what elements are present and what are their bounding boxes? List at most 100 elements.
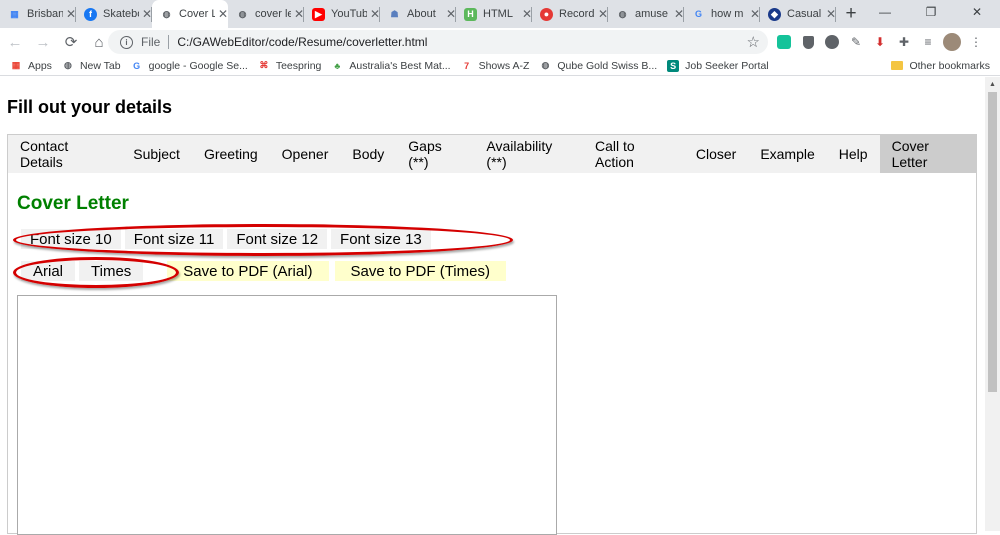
download-extension-icon[interactable]: ⬇ bbox=[868, 30, 892, 54]
bookmark-label: Australia's Best Mat... bbox=[349, 59, 451, 72]
shield-extension-icon[interactable] bbox=[796, 30, 820, 54]
bookmark-item[interactable]: ♣ Australia's Best Mat... bbox=[331, 60, 450, 72]
google-icon: G bbox=[133, 60, 141, 71]
arial-font-button[interactable]: Arial bbox=[21, 261, 76, 281]
section-title: Cover Letter bbox=[17, 193, 129, 214]
plant-icon: ♣ bbox=[334, 60, 341, 71]
menu-kebab-icon[interactable]: ⋮ bbox=[964, 30, 988, 54]
other-bookmarks[interactable]: Other bookmarks bbox=[891, 60, 990, 72]
minimize-button[interactable]: — bbox=[862, 0, 908, 24]
scroll-up-icon[interactable]: ▲ bbox=[989, 81, 996, 88]
browser-tab[interactable]: fSkateboard✕ bbox=[76, 0, 152, 28]
reload-button[interactable]: ⟳ bbox=[58, 29, 84, 55]
tab-title: amuse bbox=[635, 8, 669, 20]
tab-title: Casual bbox=[787, 8, 822, 20]
browser-tab[interactable]: ◆ Casual ✕ bbox=[760, 0, 836, 28]
font-size-10-button[interactable]: Font size 10 bbox=[21, 229, 121, 249]
browser-tab[interactable]: ● Record ✕ bbox=[532, 0, 608, 28]
save-pdf-arial-button[interactable]: Save to PDF (Arial) bbox=[167, 261, 329, 281]
tab-availability[interactable]: Availability (**) bbox=[474, 135, 583, 173]
profile-avatar[interactable] bbox=[940, 30, 964, 54]
browser-tab[interactable]: ◍ Cover Letter✕ bbox=[152, 0, 228, 28]
globe-icon: ◍ bbox=[541, 60, 550, 70]
browser-tab[interactable]: Ghow m ✕ bbox=[684, 0, 760, 28]
puzzle-extensions-icon[interactable]: ✚ bbox=[892, 30, 916, 54]
page-content: Fill out your details Contact Details Sub… bbox=[0, 77, 985, 535]
browser-tab[interactable]: ◍ amuse ✕ bbox=[608, 0, 684, 28]
tab-opener[interactable]: Opener bbox=[270, 135, 341, 173]
tab-greeting[interactable]: Greeting bbox=[192, 135, 270, 173]
media-control-icon[interactable]: ≡ bbox=[916, 30, 940, 54]
tab-help[interactable]: Help bbox=[827, 135, 880, 173]
info-icon[interactable]: i bbox=[120, 35, 133, 49]
close-window-button[interactable]: ✕ bbox=[954, 0, 1000, 24]
font-size-11-button[interactable]: Font size 11 bbox=[124, 229, 224, 249]
tab-example[interactable]: Example bbox=[748, 135, 826, 173]
bookmark-list: ▦ Apps ◍ New Tab Ggoogle - Google Se... ⌘ Tees… bbox=[0, 59, 769, 72]
bookmark-label: Qube Gold Swiss B... bbox=[557, 59, 658, 72]
apps-grid-icon: ▦ bbox=[11, 60, 21, 70]
other-bookmarks-label: Other bookmarks bbox=[909, 59, 990, 72]
tab-title: YouTube bbox=[331, 8, 367, 20]
cover-letter-textarea[interactable] bbox=[17, 295, 557, 535]
button-spacer bbox=[147, 261, 167, 281]
google-icon: G bbox=[694, 9, 702, 19]
bookmark-item[interactable]: ⌘ Teespring bbox=[258, 60, 321, 72]
tab-contact-details[interactable]: Contact Details bbox=[8, 135, 121, 173]
font-size-buttons: Font size 10 Font size 11 Font size 12 Font… bbox=[21, 229, 435, 249]
bookmark-item[interactable]: ▦ Apps bbox=[10, 60, 52, 72]
grammarly-extension-icon[interactable] bbox=[772, 30, 796, 54]
tab-gaps[interactable]: Gaps (**) bbox=[396, 135, 474, 173]
tab-list: ▦Brisbane✕fSkateboard✕◍Cover Letter✕◍cov… bbox=[0, 0, 836, 28]
browser-tab[interactable]: ▦Brisbane✕ bbox=[0, 0, 76, 28]
page-scrollbar[interactable]: ▲ bbox=[985, 77, 1000, 531]
bookmark-item[interactable]: S Job Seeker Portal bbox=[667, 59, 769, 72]
bookmarks-bar: ▦ Apps ◍ New Tab Ggoogle - Google Se... ⌘ Tees… bbox=[0, 56, 1000, 76]
font-size-12-button[interactable]: Font size 12 bbox=[227, 229, 328, 249]
casual-icon: ◆ bbox=[768, 7, 781, 21]
scrollbar-thumb[interactable] bbox=[988, 92, 997, 392]
browser-tab[interactable]: ◍cover letter✕ bbox=[228, 0, 304, 28]
back-button[interactable]: ← bbox=[2, 29, 28, 55]
tab-title: Skateboard bbox=[103, 8, 139, 20]
eyedropper-extension-icon[interactable]: ✎ bbox=[844, 30, 868, 54]
browser-tab[interactable]: H HTML ✕ bbox=[456, 0, 532, 28]
tab-closer[interactable]: Closer bbox=[684, 135, 748, 173]
save-pdf-times-button[interactable]: Save to PDF (Times) bbox=[334, 261, 506, 281]
bookmark-label: Shows A-Z bbox=[478, 59, 530, 72]
bookmark-item[interactable]: ◍ New Tab bbox=[62, 60, 121, 72]
tab-cover-letter[interactable]: Cover Letter bbox=[879, 135, 977, 173]
bookmark-item[interactable]: ◍ Qube Gold Swiss B... bbox=[539, 60, 657, 72]
url-text[interactable]: C:/GAWebEditor/code/Resume/coverletter.h… bbox=[177, 35, 427, 49]
forward-button[interactable]: → bbox=[30, 29, 56, 55]
tab-separator bbox=[835, 7, 836, 22]
times-font-button[interactable]: Times bbox=[79, 261, 144, 281]
record-icon: ● bbox=[540, 7, 553, 21]
browser-toolbar: ← → ⟳ ⌂ i File C:/GAWebEditor/code/Resum… bbox=[0, 28, 1000, 56]
bookmark-item[interactable]: 7 Shows A-Z bbox=[461, 59, 530, 72]
pinterest-extension-icon[interactable] bbox=[820, 30, 844, 54]
tab-title: Cover Letter bbox=[179, 8, 215, 20]
seven-icon: 7 bbox=[464, 60, 470, 71]
close-tab-icon[interactable]: ✕ bbox=[218, 7, 228, 21]
window-controls: — ❐ ✕ bbox=[862, 0, 1000, 24]
bookmark-item[interactable]: Ggoogle - Google Se... bbox=[131, 60, 248, 72]
browser-tab[interactable]: ▶YouTube✕ bbox=[304, 0, 380, 28]
maximize-button[interactable]: ❐ bbox=[908, 0, 954, 24]
tab-body[interactable]: Body bbox=[340, 135, 396, 173]
details-panel: Contact Details Subject Greeting Opener Body… bbox=[7, 134, 977, 535]
tab-title: HTML bbox=[483, 8, 513, 20]
bookmark-star-icon[interactable]: ☆ bbox=[747, 33, 760, 51]
arrow-right-icon: → bbox=[35, 33, 51, 51]
bookmark-label: Job Seeker Portal bbox=[685, 59, 769, 72]
tab-call-to-action[interactable]: Call to Action bbox=[583, 135, 684, 173]
tab-title: how m bbox=[711, 8, 744, 20]
browser-tab[interactable]: ☗ About ✕ bbox=[380, 0, 456, 28]
tab-title: About bbox=[407, 8, 436, 20]
font-and-pdf-buttons: Arial Times Save to PDF (Arial) Save to PDF… bbox=[21, 261, 512, 281]
extensions-area: ✎ ⬇ ✚ ≡ ⋮ bbox=[772, 30, 988, 54]
font-size-13-button[interactable]: Font size 13 bbox=[331, 229, 431, 249]
address-bar[interactable]: i File C:/GAWebEditor/code/Resume/coverl… bbox=[108, 30, 768, 54]
tab-subject[interactable]: Subject bbox=[121, 135, 192, 173]
reload-icon: ⟳ bbox=[64, 34, 78, 51]
